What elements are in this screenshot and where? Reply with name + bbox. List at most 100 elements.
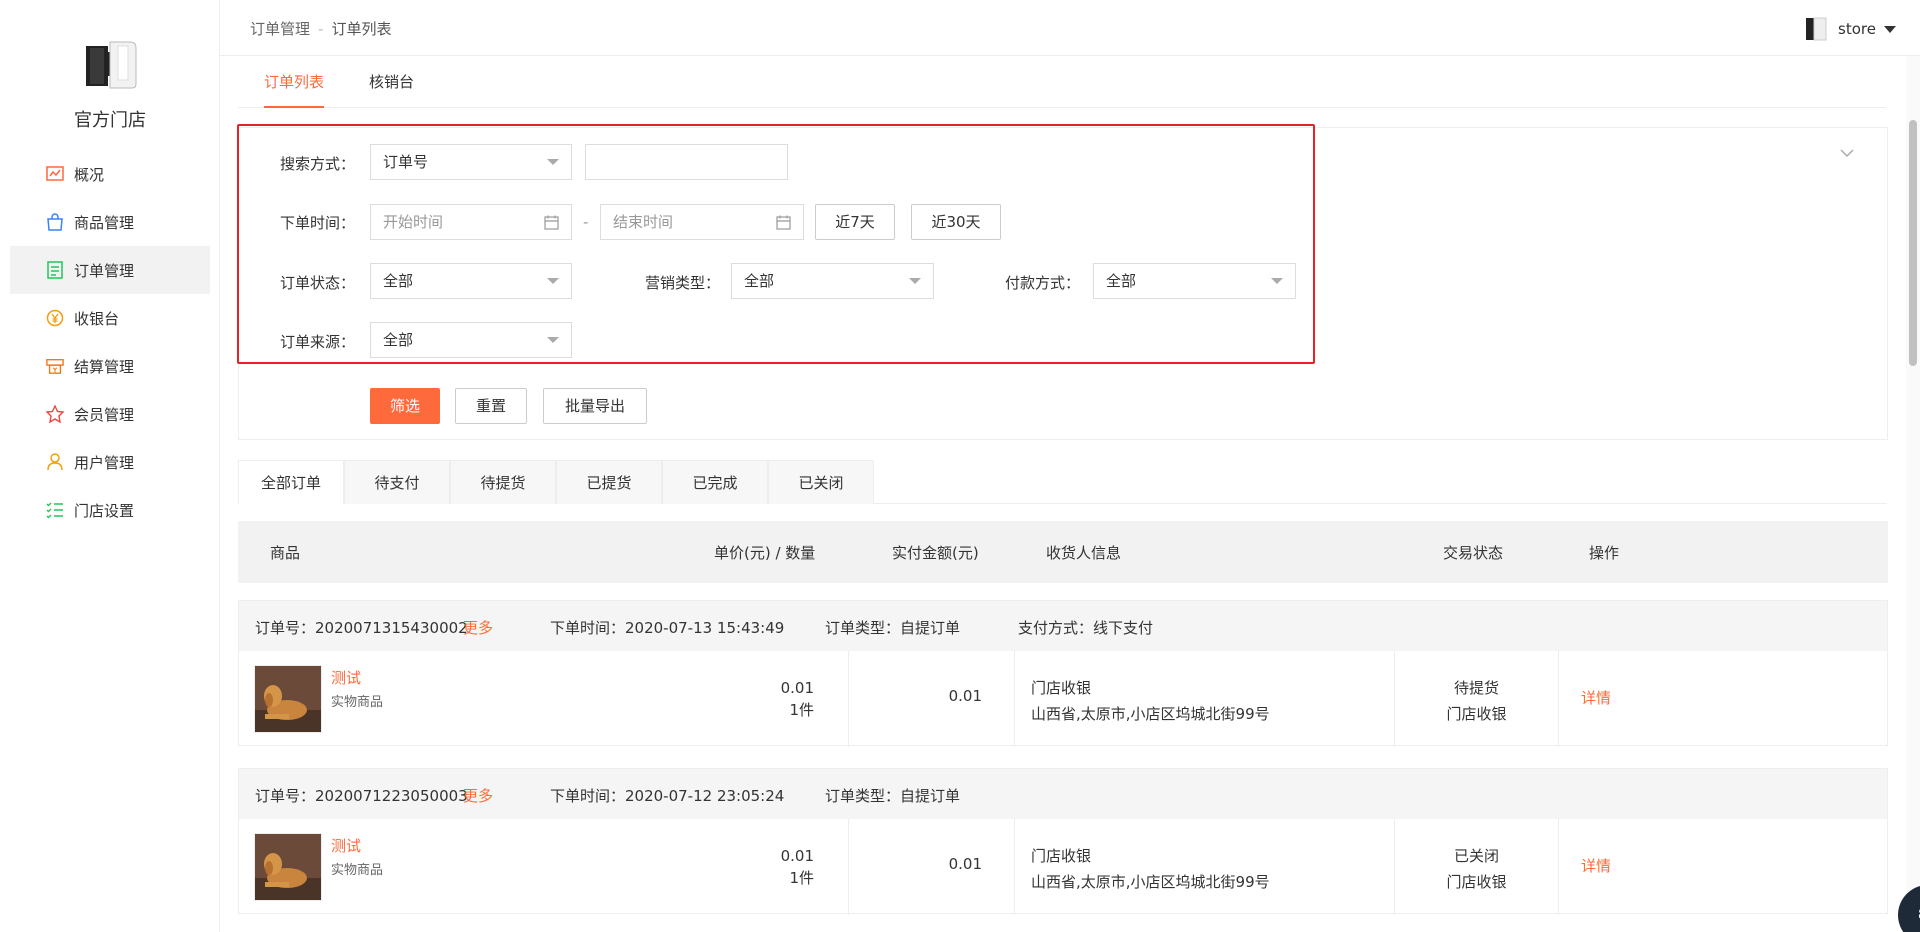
sidebar-item-store-settings[interactable]: 门店设置 (10, 486, 210, 534)
detail-link[interactable]: 详情 (1581, 855, 1611, 876)
settlement-icon (46, 357, 64, 375)
calendar-icon (544, 215, 559, 230)
receiver-address: 山西省,太原市,小店区坞城北街99号 (1031, 705, 1270, 723)
order-icon (46, 261, 64, 279)
receiver-address: 山西省,太原市,小店区坞城北街99号 (1031, 873, 1270, 891)
reset-button[interactable]: 重置 (455, 388, 527, 424)
status-subtext: 门店收银 (1446, 705, 1507, 723)
tab-closed[interactable]: 已关闭 (768, 460, 874, 504)
trade-status: 已关闭 门店收银 (1395, 843, 1558, 895)
trade-status: 待提货 门店收银 (1395, 675, 1558, 727)
dropdown-arrow-icon (547, 159, 559, 165)
sidebar-item-cashier[interactable]: 收银台 (10, 294, 210, 342)
order-source-label: 订单来源： (279, 333, 355, 351)
order-number: 订单号：2020071315430002 (255, 619, 468, 637)
quantity: 1件 (789, 701, 814, 719)
search-type-select[interactable]: 订单号 (370, 144, 572, 180)
sidebar-item-label: 用户管理 (74, 453, 135, 472)
quantity: 1件 (789, 869, 814, 887)
recent-7-days-button[interactable]: 近7天 (815, 204, 895, 240)
goods-cell: 测试 实物商品 0.01 1件 (239, 651, 849, 747)
sidebar-item-members[interactable]: 会员管理 (10, 390, 210, 438)
breadcrumb-parent[interactable]: 订单管理 (250, 20, 310, 38)
receiver-info: 门店收银 山西省,太原市,小店区坞城北街99号 (1031, 675, 1270, 727)
more-link[interactable]: 更多 (463, 785, 493, 806)
order-row: 测试 实物商品 0.01 1件 0.01 门店收银 山西省,太原市,小店区坞城北… (239, 819, 1887, 915)
sidebar-item-orders[interactable]: 订单管理 (10, 246, 210, 294)
order-number: 订单号：2020071223050003 (255, 787, 468, 805)
user-name: store (1838, 20, 1876, 38)
order-row: 测试 实物商品 0.01 1件 0.01 门店收银 山西省,太原市,小店区坞城北… (239, 651, 1887, 747)
price-qty: 0.01 1件 (781, 845, 814, 889)
filter-button[interactable]: 筛选 (370, 388, 440, 424)
pay-method-value: 全部 (1106, 272, 1137, 290)
breadcrumb-current: 订单列表 (331, 20, 392, 38)
tab-all-orders[interactable]: 全部订单 (238, 460, 344, 504)
unit-price: 0.01 (780, 847, 814, 865)
unit-price: 0.01 (780, 679, 814, 697)
order-status-select[interactable]: 全部 (370, 263, 572, 299)
tab-verification[interactable]: 核销台 (369, 56, 414, 108)
end-date-field[interactable]: 结束时间 (600, 204, 804, 240)
marketing-type-select[interactable]: 全部 (731, 263, 934, 299)
scrollbar-track[interactable] (1906, 56, 1920, 932)
marketing-type-label: 营销类型： (644, 274, 720, 292)
goods-cell: 测试 实物商品 0.01 1件 (239, 819, 849, 915)
order-type: 订单类型：自提订单 (825, 619, 961, 637)
receiver-name: 门店收银 (1031, 847, 1092, 865)
order-header: 订单号：2020071223050003 更多 下单时间：2020-07-12 … (239, 769, 1887, 819)
order-time: 下单时间：2020-07-13 15:43:49 (550, 619, 785, 637)
pay-method-select[interactable]: 全部 (1093, 263, 1296, 299)
receiver-name: 门店收银 (1031, 679, 1092, 697)
top-header: 订单管理 - 订单列表 store (220, 0, 1920, 56)
paid-cell: 0.01 (849, 651, 1015, 747)
product-type: 实物商品 (331, 863, 384, 878)
end-date-placeholder: 结束时间 (613, 213, 674, 231)
user-menu[interactable]: store (1804, 16, 1896, 42)
search-type-label: 搜索方式： (279, 155, 355, 173)
list-settings-icon (46, 501, 64, 519)
more-link[interactable]: 更多 (463, 617, 493, 638)
sidebar-item-settlement[interactable]: 结算管理 (10, 342, 210, 390)
user-icon (46, 453, 64, 471)
sidebar-item-users[interactable]: 用户管理 (10, 438, 210, 486)
sidebar-item-label: 商品管理 (74, 213, 135, 232)
column-header-price-qty: 单价(元) / 数量 (714, 544, 816, 562)
tab-picked-up[interactable]: 已提货 (556, 460, 662, 504)
chevron-down-icon[interactable] (1840, 146, 1854, 160)
start-date-placeholder: 开始时间 (383, 213, 444, 231)
order-status-label: 订单状态： (279, 274, 355, 292)
tab-pending-payment[interactable]: 待支付 (344, 460, 450, 504)
marketing-type-value: 全部 (744, 272, 775, 290)
batch-export-button[interactable]: 批量导出 (543, 388, 647, 424)
product-name-link[interactable]: 测试 (331, 835, 361, 856)
tab-completed[interactable]: 已完成 (662, 460, 768, 504)
sidebar-item-overview[interactable]: 概况 (10, 150, 210, 198)
order-time-label: 下单时间： (279, 214, 355, 232)
scrollbar-thumb[interactable] (1909, 120, 1917, 366)
price-qty: 0.01 1件 (781, 677, 814, 721)
order-source-select[interactable]: 全部 (370, 322, 572, 358)
search-input[interactable] (585, 144, 788, 180)
pay-method: 支付方式：线下支付 (1018, 619, 1154, 637)
tab-pending-pickup[interactable]: 待提货 (450, 460, 556, 504)
paid-amount: 0.01 (948, 687, 982, 705)
chart-icon (46, 165, 64, 183)
floating-help-button[interactable]: 8 (1898, 885, 1920, 932)
tab-order-list[interactable]: 订单列表 (264, 56, 325, 108)
start-date-field[interactable]: 开始时间 (370, 204, 572, 240)
product-thumbnail (254, 665, 322, 733)
status-subtext: 门店收银 (1446, 873, 1507, 891)
dropdown-arrow-icon (909, 278, 921, 284)
detail-link[interactable]: 详情 (1581, 687, 1611, 708)
sidebar-item-goods[interactable]: 商品管理 (10, 198, 210, 246)
sidebar-item-label: 门店设置 (74, 501, 135, 520)
breadcrumb-separator: - (318, 20, 324, 38)
product-name-link[interactable]: 测试 (331, 667, 361, 688)
sidebar-menu: 概况 商品管理 订单管理 收银台 结算管理 会员管理 用户管理 门店设置 (10, 150, 210, 534)
recent-30-days-button[interactable]: 近30天 (911, 204, 1001, 240)
sidebar-item-label: 概况 (74, 165, 105, 184)
column-header-status: 交易状态 (1443, 544, 1504, 562)
member-icon (46, 405, 64, 423)
product-thumbnail (254, 833, 322, 901)
